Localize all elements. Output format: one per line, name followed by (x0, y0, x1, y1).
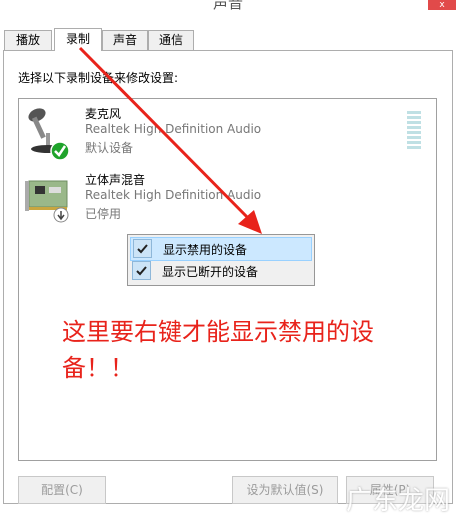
menu-item-show-disconnected[interactable]: 显示已断开的设备 (130, 260, 312, 282)
device-item-microphone[interactable]: 麦克风 Realtek High Definition Audio 默认设备 (19, 105, 421, 165)
device-driver: Realtek High Definition Audio (85, 188, 262, 202)
title-bar: 声音 x (0, 0, 456, 28)
device-name: 立体声混音 (85, 173, 146, 187)
device-status: 已停用 (85, 207, 122, 221)
device-status: 默认设备 (85, 141, 134, 155)
sound-card-icon (23, 173, 79, 229)
menu-item-show-disabled[interactable]: 显示禁用的设备 (130, 237, 312, 261)
tab-sounds[interactable]: 声音 (102, 30, 148, 50)
configure-button[interactable]: 配置(C) (18, 476, 106, 504)
menu-item-label: 显示禁用的设备 (163, 243, 248, 257)
watermark: 广东龙网 (346, 486, 451, 516)
menu-item-label: 显示已断开的设备 (162, 265, 259, 279)
device-item-stereo-mix[interactable]: 立体声混音 Realtek High Definition Audio 已停用 (19, 171, 419, 231)
checkmark-icon (132, 261, 151, 280)
annotation-text: 这里要右键才能显示禁用的设备！！ (62, 318, 374, 382)
close-button[interactable]: x (428, 0, 456, 10)
level-meter (407, 111, 421, 151)
tab-playback[interactable]: 播放 (4, 30, 52, 50)
window-title: 声音 (212, 0, 243, 12)
tab-communications[interactable]: 通信 (148, 30, 194, 50)
context-menu: 显示禁用的设备 显示已断开的设备 (127, 234, 315, 286)
set-default-button[interactable]: 设为默认值(S) (232, 476, 338, 504)
device-driver: Realtek High Definition Audio (85, 122, 262, 136)
tab-recording[interactable]: 录制 (54, 28, 102, 51)
checkmark-icon (133, 239, 152, 258)
instruction-text: 选择以下录制设备来修改设置: (18, 71, 179, 85)
device-name: 麦克风 (85, 107, 122, 121)
microphone-icon (23, 107, 79, 163)
